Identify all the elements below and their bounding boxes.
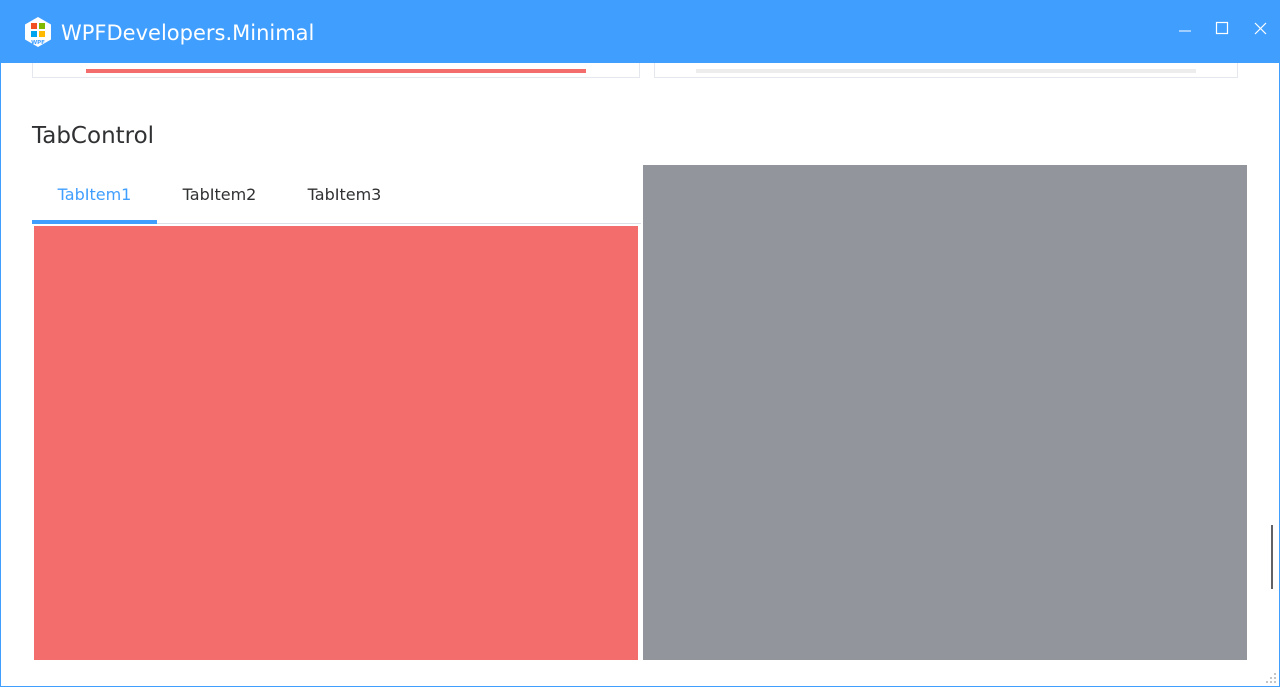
- app-logo-text: WPF: [31, 40, 45, 46]
- resize-grip-icon[interactable]: [1263, 670, 1277, 684]
- tab-item-2[interactable]: TabItem2: [157, 171, 282, 223]
- tab-item-1[interactable]: TabItem1: [32, 171, 157, 223]
- title-bar[interactable]: WPF WPFDevelopers.Minimal: [1, 1, 1279, 63]
- side-content-panel: [643, 165, 1247, 660]
- scroll-content[interactable]: TabControl TabItem1 TabItem2 TabItem3: [1, 63, 1279, 686]
- progress-card-left: [32, 63, 640, 78]
- progress-bar-filled: [86, 69, 586, 73]
- minimize-icon[interactable]: [1172, 15, 1198, 41]
- maximize-icon[interactable]: [1209, 15, 1235, 41]
- section-heading: TabControl: [32, 123, 155, 149]
- close-icon[interactable]: [1247, 15, 1273, 41]
- tab-header: TabItem1 TabItem2 TabItem3: [32, 171, 641, 224]
- app-logo-icon: WPF: [25, 17, 51, 47]
- window-title: WPFDevelopers.Minimal: [61, 21, 315, 45]
- tab-content-panel: [34, 226, 638, 660]
- selected-tab-indicator: [32, 220, 157, 224]
- tab-item-3[interactable]: TabItem3: [282, 171, 407, 223]
- progress-card-right: [654, 63, 1238, 78]
- app-window: WPF WPFDevelopers.Minimal TabControl Tab…: [0, 0, 1280, 687]
- progress-bar-empty: [696, 69, 1196, 73]
- vertical-scrollbar-thumb[interactable]: [1271, 525, 1273, 589]
